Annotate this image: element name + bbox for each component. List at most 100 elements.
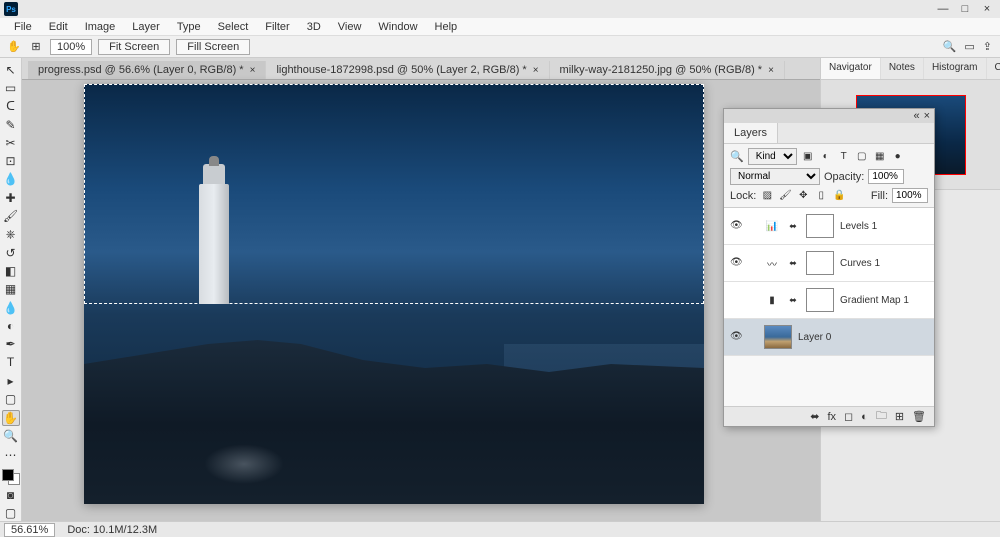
close-icon[interactable]: ×: [768, 65, 774, 76]
layer-row[interactable]: 〰 ⬌ Curves 1: [724, 245, 934, 282]
workspace-icon[interactable]: ▭: [964, 40, 974, 53]
lock-all-icon[interactable]: 🔒: [832, 189, 846, 203]
filter-icon[interactable]: 🔍: [730, 150, 744, 163]
lock-artboard-icon[interactable]: ▯: [814, 189, 828, 203]
layer-name[interactable]: Curves 1: [840, 258, 880, 269]
filter-shape-icon[interactable]: ▢: [855, 150, 869, 164]
add-mask-icon[interactable]: ◻: [844, 410, 853, 423]
link-mask-icon[interactable]: ⬌: [786, 256, 800, 270]
hand-tool[interactable]: ✋: [2, 410, 20, 426]
fill-screen-button[interactable]: Fill Screen: [176, 39, 250, 55]
lock-pixels-icon[interactable]: 🖌: [778, 189, 792, 203]
doc-tab-2[interactable]: milky-way-2181250.jpg @ 50% (RGB/8) * ×: [550, 61, 785, 79]
panel-navigator[interactable]: Navigator: [821, 58, 881, 79]
layer-row[interactable]: ▮ ⬌ Gradient Map 1: [724, 282, 934, 319]
menu-image[interactable]: Image: [77, 19, 124, 35]
layer-name[interactable]: Gradient Map 1: [840, 295, 909, 306]
window-minimize[interactable]: —: [936, 2, 950, 16]
healing-tool[interactable]: ✚: [2, 190, 20, 205]
scroll-all-icon[interactable]: ⊞: [28, 39, 44, 55]
mask-thumb[interactable]: [806, 214, 834, 238]
fit-screen-button[interactable]: Fit Screen: [98, 39, 170, 55]
filter-adjust-icon[interactable]: ◐: [819, 150, 833, 164]
eyedropper-tool[interactable]: 💧: [2, 172, 20, 187]
panel-histogram[interactable]: Histogram: [924, 58, 987, 79]
color-swatches[interactable]: [2, 469, 20, 484]
menu-help[interactable]: Help: [427, 19, 466, 35]
blend-mode-select[interactable]: Normal: [730, 168, 820, 185]
visibility-icon[interactable]: [730, 219, 744, 233]
layers-tab[interactable]: Layers: [724, 123, 778, 143]
menu-type[interactable]: Type: [169, 19, 209, 35]
type-tool[interactable]: T: [2, 355, 20, 370]
gradient-tool[interactable]: ▦: [2, 282, 20, 297]
history-brush-tool[interactable]: ↺: [2, 245, 20, 260]
mask-thumb[interactable]: [806, 288, 834, 312]
foreground-color[interactable]: [2, 469, 14, 481]
menu-view[interactable]: View: [330, 19, 370, 35]
path-select-tool[interactable]: ▸: [2, 373, 20, 388]
status-zoom[interactable]: 56.61%: [4, 523, 55, 537]
menu-window[interactable]: Window: [370, 19, 425, 35]
link-mask-icon[interactable]: ⬌: [786, 293, 800, 307]
menu-filter[interactable]: Filter: [257, 19, 297, 35]
close-icon[interactable]: ×: [250, 65, 256, 76]
blur-tool[interactable]: 💧: [2, 300, 20, 315]
doc-tab-0[interactable]: progress.psd @ 56.6% (Layer 0, RGB/8) * …: [28, 61, 266, 79]
doc-tab-1[interactable]: lighthouse-1872998.psd @ 50% (Layer 2, R…: [266, 61, 549, 79]
layer-name[interactable]: Layer 0: [798, 332, 831, 343]
mask-thumb[interactable]: [806, 251, 834, 275]
link-layers-icon[interactable]: ⬌: [810, 410, 819, 423]
new-layer-icon[interactable]: ⊞: [895, 410, 904, 423]
document-canvas[interactable]: [84, 84, 704, 504]
lock-position-icon[interactable]: ✥: [796, 189, 810, 203]
panel-notes[interactable]: Notes: [881, 58, 924, 79]
layer-fx-icon[interactable]: fx: [827, 411, 836, 423]
eraser-tool[interactable]: ◧: [2, 263, 20, 278]
layer-name[interactable]: Levels 1: [840, 221, 877, 232]
fill-field[interactable]: [892, 188, 928, 203]
layer-row[interactable]: 📊 ⬌ Levels 1: [724, 208, 934, 245]
shape-tool[interactable]: ▢: [2, 391, 20, 406]
link-mask-icon[interactable]: ⬌: [786, 219, 800, 233]
close-icon[interactable]: ×: [533, 65, 539, 76]
opacity-field[interactable]: [868, 169, 904, 184]
lock-transparent-icon[interactable]: ▨: [760, 189, 774, 203]
filter-smart-icon[interactable]: ▦: [873, 150, 887, 164]
move-tool[interactable]: ↖: [2, 62, 20, 77]
menu-layer[interactable]: Layer: [124, 19, 168, 35]
status-doc-info[interactable]: Doc: 10.1M/12.3M: [67, 524, 157, 536]
crop-tool[interactable]: ✂: [2, 135, 20, 150]
window-close[interactable]: ×: [980, 2, 994, 16]
visibility-icon[interactable]: [730, 256, 744, 270]
quick-select-tool[interactable]: ✎: [2, 117, 20, 132]
menu-select[interactable]: Select: [210, 19, 257, 35]
new-adjustment-icon[interactable]: ◐: [861, 411, 868, 423]
dodge-tool[interactable]: ◐: [2, 318, 20, 333]
menu-3d[interactable]: 3D: [299, 19, 329, 35]
quick-mask-icon[interactable]: ◙: [2, 488, 20, 503]
layer-thumb[interactable]: [764, 325, 792, 349]
window-maximize[interactable]: □: [958, 2, 972, 16]
stamp-tool[interactable]: ⎈: [2, 227, 20, 242]
menu-file[interactable]: File: [6, 19, 40, 35]
visibility-icon[interactable]: [730, 330, 744, 344]
share-icon[interactable]: ⇪: [983, 40, 992, 53]
pen-tool[interactable]: ✒: [2, 336, 20, 351]
search-icon[interactable]: 🔍: [943, 40, 957, 53]
panel-titlebar[interactable]: « ×: [724, 109, 934, 123]
collapse-icon[interactable]: «: [913, 110, 919, 122]
edit-toolbar[interactable]: ⋯: [2, 447, 20, 462]
filter-kind-select[interactable]: Kind: [748, 148, 797, 165]
delete-layer-icon[interactable]: 🗑: [912, 410, 926, 423]
panel-color[interactable]: Color: [987, 58, 1000, 79]
menu-edit[interactable]: Edit: [41, 19, 76, 35]
hand-tool-icon[interactable]: ✋: [6, 39, 22, 55]
marquee-tool[interactable]: ▭: [2, 80, 20, 95]
frame-tool[interactable]: ⊡: [2, 153, 20, 168]
zoom-tool[interactable]: 🔍: [2, 429, 20, 444]
filter-type-icon[interactable]: T: [837, 150, 851, 164]
brush-tool[interactable]: 🖌: [2, 208, 20, 223]
layer-row[interactable]: Layer 0: [724, 319, 934, 356]
screen-mode-icon[interactable]: ▢: [2, 506, 20, 521]
